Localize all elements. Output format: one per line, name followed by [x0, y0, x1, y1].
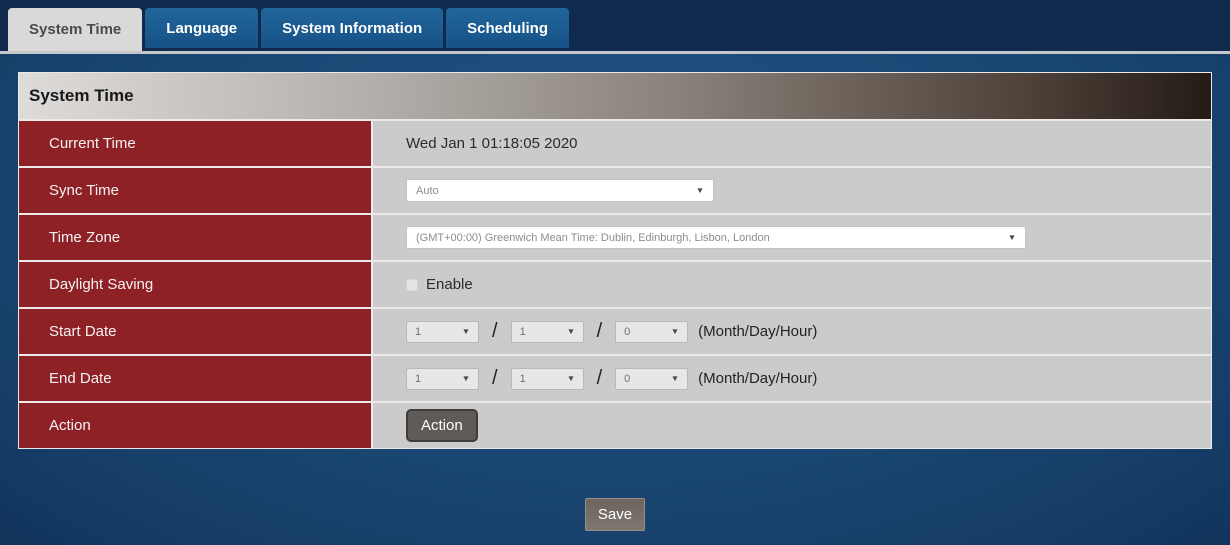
chevron-down-icon: ▼: [461, 373, 471, 383]
row-action: Action Action: [19, 401, 1211, 448]
action-button[interactable]: Action: [406, 409, 478, 442]
chevron-down-icon: ▼: [1007, 232, 1017, 242]
tab-label: System Information: [282, 19, 423, 37]
start-date-day-value: 1: [519, 325, 526, 338]
end-date-hour-select[interactable]: 0 ▼: [615, 367, 689, 390]
page-title: System Time: [29, 86, 134, 105]
tab-label: Language: [166, 19, 238, 37]
sync-time-label: Sync Time: [19, 168, 373, 213]
enable-checkbox[interactable]: [406, 278, 418, 291]
panel-header: System Time: [19, 73, 1211, 119]
row-daylight-saving: Daylight Saving Enable: [19, 260, 1211, 307]
time-zone-label: Time Zone: [19, 215, 373, 260]
current-time-value: Wed Jan 1 01:18:05 2020: [406, 135, 578, 152]
date-separator: /: [492, 367, 498, 389]
sync-time-select[interactable]: Auto ▼: [406, 179, 714, 202]
chevron-down-icon: ▼: [566, 373, 575, 383]
chevron-down-icon: ▼: [670, 373, 680, 383]
action-label: Action: [19, 403, 373, 448]
chevron-down-icon: ▼: [670, 326, 680, 336]
tab-system-information[interactable]: System Information: [261, 8, 444, 48]
end-date-month-select[interactable]: 1 ▼: [406, 367, 479, 390]
end-date-label: End Date: [19, 356, 373, 401]
tab-label: Scheduling: [467, 19, 548, 37]
tab-label: System Time: [29, 21, 122, 38]
chevron-down-icon: ▼: [566, 326, 575, 336]
row-start-date: Start Date 1 ▼ / 1 ▼ / 0 ▼ (Month/Day/Ho…: [19, 307, 1211, 354]
start-date-month-select[interactable]: 1 ▼: [406, 320, 479, 343]
tab-language[interactable]: Language: [145, 8, 259, 48]
date-separator: /: [596, 367, 603, 389]
end-date-day-value: 1: [519, 372, 526, 385]
end-date-day-select[interactable]: 1 ▼: [510, 367, 584, 390]
save-button[interactable]: Save: [584, 498, 646, 531]
tab-bar-divider: [0, 51, 1230, 54]
enable-checkbox-label: Enable: [426, 276, 473, 293]
sync-time-selected-value: Auto: [416, 184, 439, 197]
date-format-hint: (Month/Day/Hour): [698, 323, 818, 340]
footer: Save: [0, 498, 1230, 531]
tab-strip: System Time Language System Information …: [8, 8, 569, 51]
row-sync-time: Sync Time Auto ▼: [19, 166, 1211, 213]
tab-system-time[interactable]: System Time: [8, 8, 143, 51]
row-time-zone: Time Zone (GMT+00:00) Greenwich Mean Tim…: [19, 213, 1211, 260]
current-time-label: Current Time: [19, 121, 373, 166]
row-current-time: Current Time Wed Jan 1 01:18:05 2020: [19, 119, 1211, 166]
start-date-day-select[interactable]: 1 ▼: [510, 320, 584, 343]
chevron-down-icon: ▼: [461, 326, 471, 336]
chevron-down-icon: ▼: [695, 185, 705, 195]
row-end-date: End Date 1 ▼ / 1 ▼ / 0 ▼ (Month/Day/Hour…: [19, 354, 1211, 401]
start-date-hour-select[interactable]: 0 ▼: [615, 320, 689, 343]
date-separator: /: [596, 320, 603, 342]
daylight-saving-label: Daylight Saving: [19, 262, 373, 307]
start-date-hour-value: 0: [624, 325, 631, 338]
time-zone-select[interactable]: (GMT+00:00) Greenwich Mean Time: Dublin,…: [406, 226, 1026, 249]
time-zone-selected-value: (GMT+00:00) Greenwich Mean Time: Dublin,…: [416, 231, 770, 244]
system-time-panel: System Time Current Time Wed Jan 1 01:18…: [18, 72, 1212, 449]
tab-scheduling[interactable]: Scheduling: [446, 8, 569, 48]
date-format-hint: (Month/Day/Hour): [698, 370, 818, 387]
date-separator: /: [492, 320, 498, 342]
end-date-month-value: 1: [415, 372, 422, 385]
start-date-month-value: 1: [415, 325, 422, 338]
start-date-label: Start Date: [19, 309, 373, 354]
end-date-hour-value: 0: [624, 372, 631, 385]
